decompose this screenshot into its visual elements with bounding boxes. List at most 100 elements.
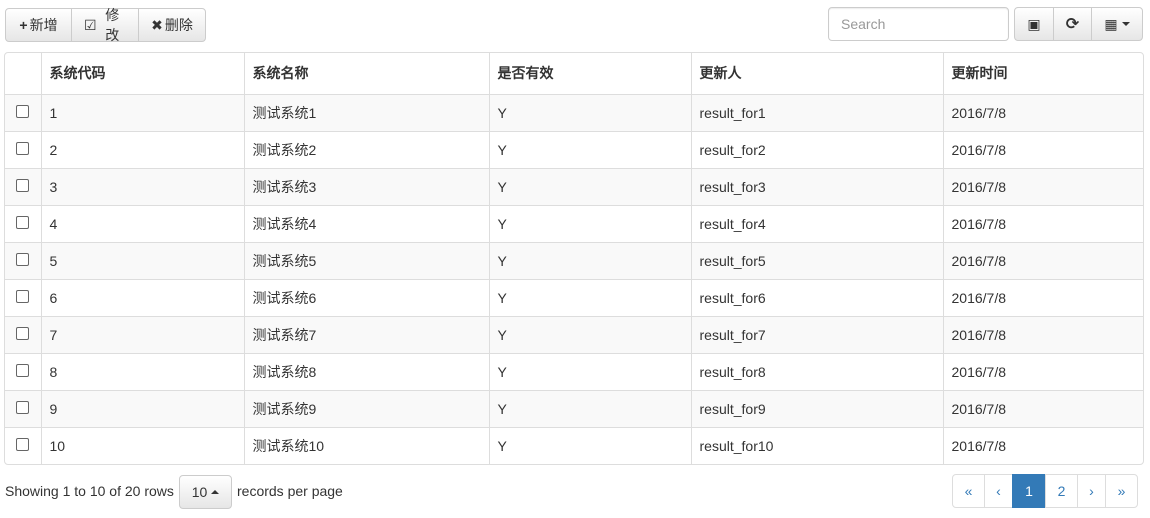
refresh-icon: ⟳ (1065, 16, 1080, 33)
toggle-view-button[interactable]: ▣ (1014, 7, 1054, 41)
cell-updater: result_for6 (690, 278, 943, 316)
pagination: « ‹ 1 2 › » (952, 474, 1138, 508)
edit-button[interactable]: ☑ 修改 (71, 7, 139, 43)
chevron-down-icon (1121, 22, 1130, 26)
columns-button[interactable]: ▦ (1091, 7, 1143, 41)
page-2-button[interactable]: 2 (1045, 474, 1078, 508)
add-label: 新增 (29, 17, 58, 33)
close-icon: ✖ (151, 16, 163, 33)
table-row[interactable]: 3 测试系统3 Yresult_for3 2016/7/8 (5, 167, 1143, 205)
row-checkbox-cell (5, 352, 41, 390)
cell-updater: result_for1 (690, 93, 943, 131)
cell-name: 测试系统10 (243, 426, 489, 464)
cell-time: 2016/7/8 (942, 130, 1143, 168)
table-row[interactable]: 1 测试系统1 Yresult_for1 2016/7/8 (5, 93, 1143, 131)
row-checkbox-cell (5, 389, 41, 427)
table-row[interactable]: 4 测试系统4 Yresult_for4 2016/7/8 (5, 204, 1143, 242)
cell-name: 测试系统7 (243, 315, 489, 353)
column-header-updater[interactable]: 更新人 (690, 53, 943, 95)
cell-time: 2016/7/8 (942, 389, 1143, 427)
row-checkbox[interactable] (16, 104, 30, 118)
row-checkbox-cell (5, 167, 41, 205)
row-checkbox[interactable] (16, 215, 30, 229)
page-prev-button[interactable]: ‹ (984, 474, 1013, 508)
cell-name: 测试系统5 (243, 241, 489, 279)
cell-code: 6 (40, 278, 244, 316)
refresh-button[interactable]: ⟳ (1053, 7, 1092, 41)
cell-name: 测试系统2 (243, 130, 489, 168)
cell-valid: Y (488, 389, 691, 427)
cell-valid: Y (488, 204, 691, 242)
cell-code: 7 (40, 315, 244, 353)
cell-name: 测试系统1 (243, 93, 489, 131)
column-header-time[interactable]: 更新时间 (942, 53, 1143, 95)
page-last-button[interactable]: » (1105, 474, 1138, 508)
cell-valid: Y (488, 278, 691, 316)
cell-name: 测试系统9 (243, 389, 489, 427)
cell-name: 测试系统4 (243, 204, 489, 242)
cell-time: 2016/7/8 (942, 93, 1143, 131)
per-page-label: records per page (237, 483, 343, 499)
cell-code: 4 (40, 204, 244, 242)
cell-code: 1 (40, 93, 244, 131)
row-checkbox[interactable] (16, 252, 30, 266)
row-checkbox[interactable] (16, 363, 30, 377)
cell-updater: result_for8 (690, 352, 943, 390)
cell-time: 2016/7/8 (942, 352, 1143, 390)
cell-updater: result_for10 (690, 426, 943, 464)
cell-code: 3 (40, 167, 244, 205)
cell-name: 测试系统3 (243, 167, 489, 205)
row-checkbox-cell (5, 278, 41, 316)
column-header-code[interactable]: 系统代码 (40, 53, 244, 95)
columns-icon: ▦ (1104, 15, 1118, 32)
delete-button[interactable]: ✖ 删除 (138, 8, 206, 42)
row-checkbox[interactable] (16, 178, 30, 192)
cell-time: 2016/7/8 (942, 241, 1143, 279)
cell-time: 2016/7/8 (942, 167, 1143, 205)
delete-label: 删除 (164, 17, 193, 33)
row-checkbox-cell (5, 130, 41, 168)
table-row[interactable]: 2 测试系统2 Yresult_for2 2016/7/8 (5, 130, 1143, 168)
table-row[interactable]: 8 测试系统8 Yresult_for8 2016/7/8 (5, 352, 1143, 390)
column-header-name[interactable]: 系统名称 (243, 53, 489, 95)
action-toolbar: + 新增 ☑ 修改 ✖ 删除 (5, 7, 206, 43)
page-first-button[interactable]: « (952, 474, 985, 508)
cell-updater: result_for4 (690, 204, 943, 242)
row-checkbox-cell (5, 93, 41, 131)
cell-updater: result_for7 (690, 315, 943, 353)
cell-time: 2016/7/8 (942, 426, 1143, 464)
cell-valid: Y (488, 167, 691, 205)
cell-valid: Y (488, 426, 691, 464)
row-checkbox[interactable] (16, 141, 30, 155)
plus-icon: + (19, 17, 28, 33)
cell-updater: result_for5 (690, 241, 943, 279)
edit-label: 修改 (105, 7, 120, 43)
column-header-valid[interactable]: 是否有效 (488, 53, 691, 95)
table-row[interactable]: 5 测试系统5 Yresult_for5 2016/7/8 (5, 241, 1143, 279)
cell-code: 5 (40, 241, 244, 279)
page-next-button[interactable]: › (1077, 474, 1106, 508)
row-checkbox[interactable] (16, 289, 30, 303)
cell-code: 9 (40, 389, 244, 427)
row-checkbox-cell (5, 241, 41, 279)
pagination-info: Showing 1 to 10 of 20 rows (5, 483, 174, 499)
cell-updater: result_for2 (690, 130, 943, 168)
table-row[interactable]: 10 测试系统10 Yresult_for10 2016/7/8 (5, 426, 1143, 464)
row-checkbox[interactable] (16, 437, 30, 451)
cell-time: 2016/7/8 (942, 315, 1143, 353)
table-row[interactable]: 7 测试系统7 Yresult_for7 2016/7/8 (5, 315, 1143, 353)
row-checkbox[interactable] (16, 400, 30, 414)
add-button[interactable]: + 新增 (5, 8, 72, 42)
page-1-button[interactable]: 1 (1012, 474, 1046, 508)
page-size-value: 10 (191, 484, 208, 500)
table-row[interactable]: 6 测试系统6 Yresult_for6 2016/7/8 (5, 278, 1143, 316)
select-all-header (5, 53, 41, 95)
table-row[interactable]: 9 测试系统9 Yresult_for9 2016/7/8 (5, 389, 1143, 427)
page-size-dropdown[interactable]: 10 (179, 475, 232, 509)
cell-time: 2016/7/8 (942, 278, 1143, 316)
search-input[interactable] (828, 7, 1009, 41)
caret-up-icon (211, 490, 220, 494)
row-checkbox[interactable] (16, 326, 30, 340)
cell-name: 测试系统8 (243, 352, 489, 390)
row-checkbox-cell (5, 315, 41, 353)
